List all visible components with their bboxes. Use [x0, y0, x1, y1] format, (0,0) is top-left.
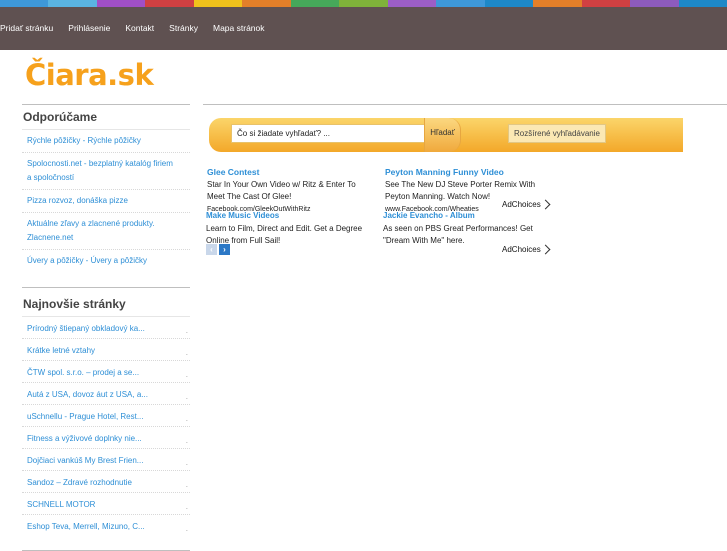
bullet-dot: . [185, 436, 188, 445]
color-strip-segment [193, 0, 243, 7]
recommended-item-label: Aktuálne zľavy a zlacnené produkty. Zlac… [27, 219, 155, 242]
color-strip [0, 0, 727, 7]
ad-title[interactable]: Peyton Manning Funny Video [385, 166, 555, 179]
adchoices-link[interactable]: AdChoices [502, 244, 551, 255]
ad-pager: ‹ › [206, 244, 232, 255]
color-strip-segment [48, 0, 97, 7]
color-strip-segment [242, 0, 291, 7]
recommended-item-label: Spolocnosti.net - bezplatný katalóg firi… [27, 159, 173, 182]
newest-item[interactable]: Prírodný štiepaný obkladový ka.... [22, 317, 190, 339]
recommended-item-label: Pizza rozvoz, donáška pizze [27, 196, 128, 205]
site-logo[interactable]: Čiara.sk [25, 58, 154, 92]
bullet-dot: . [185, 348, 188, 357]
ad-text: Star In Your Own Video w/ Ritz & Enter T… [207, 179, 356, 189]
recommended-item[interactable]: Úvery a pôžičky - Úvery a pôžičky [22, 250, 190, 272]
ad-text: See The New DJ Steve Porter Remix With [385, 179, 536, 189]
color-strip-segment [96, 0, 146, 7]
recommended-item[interactable]: Pizza rozvoz, donáška pizze [22, 190, 190, 213]
ad-block[interactable]: Make Music Videos Learn to Film, Direct … [206, 210, 381, 248]
ad-block[interactable]: Glee Contest Star In Your Own Video w/ R… [207, 166, 377, 212]
advanced-search-button[interactable]: Rozšírené vyhľadávanie [508, 124, 606, 143]
bullet-dot: . [185, 326, 188, 335]
adchoices-link[interactable]: AdChoices [502, 199, 551, 210]
newest-item-label: Dojčiaci vankúš My Brest Frien... [27, 456, 144, 465]
prev-arrow-icon[interactable]: ‹ [206, 244, 217, 255]
nav-sitemap[interactable]: Mapa stránok [213, 23, 265, 33]
divider [22, 104, 190, 105]
adchoices-label: AdChoices [502, 245, 541, 254]
next-arrow-icon[interactable]: › [219, 244, 230, 255]
ad-title[interactable]: Jackie Evancho - Album [383, 210, 558, 223]
newest-item-label: Eshop Teva, Merrell, Mizuno, C... [27, 522, 145, 531]
nav-login[interactable]: Prihlásenie [68, 23, 110, 33]
bullet-dot: . [185, 392, 188, 401]
recommended-item[interactable]: Spolocnosti.net - bezplatný katalóg firi… [22, 153, 190, 190]
color-strip-segment [290, 0, 340, 7]
color-strip-segment [630, 0, 679, 7]
color-strip-segment [436, 0, 485, 7]
color-strip-segment [387, 0, 437, 7]
nav-add-page[interactable]: Pridať stránku [0, 23, 53, 33]
newest-item[interactable]: uSchnellu - Prague Hotel, Rest.... [22, 405, 190, 427]
newest-item[interactable]: SCHNELL MOTOR. [22, 493, 190, 515]
recommended-item-label: Rýchle pôžičky - Rýchle pôžičky [27, 136, 141, 145]
color-strip-segment [339, 0, 388, 7]
newest-item[interactable]: Dojčiaci vankúš My Brest Frien.... [22, 449, 190, 471]
newest-item-label: SCHNELL MOTOR [27, 500, 96, 509]
divider [22, 287, 190, 288]
color-strip-segment [581, 0, 631, 7]
ad-text: Learn to Film, Direct and Edit. Get a De… [206, 223, 363, 233]
newest-item-label: uSchnellu - Prague Hotel, Rest... [27, 412, 144, 421]
ad-text: Online from Full Sail! [206, 236, 281, 245]
bullet-dot: . [185, 502, 188, 511]
newest-item-label: Autá z USA, dovoz áut z USA, a... [27, 390, 148, 399]
newest-item-label: ČTW spol. s.r.o. – prodej a se... [27, 368, 140, 377]
bullet-dot: . [185, 370, 188, 379]
search-input[interactable]: Čo si žiadate vyhľadať? ... [231, 124, 427, 143]
color-strip-segment [533, 0, 582, 7]
newest-item-label: Prírodný štiepaný obkladový ka... [27, 324, 145, 333]
adchoices-icon [540, 199, 551, 210]
newest-item[interactable]: Autá z USA, dovoz áut z USA, a.... [22, 383, 190, 405]
bullet-dot: . [185, 414, 188, 423]
ad-block[interactable]: Jackie Evancho - Album As seen on PBS Gr… [383, 210, 558, 248]
newest-item[interactable]: Krátke letné vztahy. [22, 339, 190, 361]
search-button[interactable]: Hľadať [424, 118, 461, 152]
ad-text: Meet The Cast Of Glee! [207, 192, 292, 201]
ad-title[interactable]: Glee Contest [207, 166, 377, 179]
bullet-dot: . [185, 458, 188, 467]
recommended-item-label: Úvery a pôžičky - Úvery a pôžičky [27, 256, 148, 265]
top-bar: Pridať stránku Prihlásenie Kontakt Strán… [0, 7, 727, 50]
newest-item-label: Krátke letné vztahy [27, 346, 96, 355]
nav-pages[interactable]: Stránky [169, 23, 198, 33]
color-strip-segment [145, 0, 194, 7]
newest-item-label: Sandoz – Zdravé rozhodnutie [27, 478, 132, 487]
adchoices-label: AdChoices [502, 200, 541, 209]
newest-item[interactable]: Sandoz – Zdravé rozhodnutie. [22, 471, 190, 493]
top-nav: Pridať stránku Prihlásenie Kontakt Strán… [0, 23, 280, 33]
sidebar: Odporúčame Rýchle pôžičky - Rýchle pôžič… [22, 104, 190, 551]
newest-title: Najnovšie stránky [23, 297, 126, 311]
newest-item[interactable]: Eshop Teva, Merrell, Mizuno, C.... [22, 515, 190, 536]
bullet-dot: . [185, 524, 188, 533]
bullet-dot: . [185, 480, 188, 489]
nav-contact[interactable]: Kontakt [125, 23, 154, 33]
newest-item[interactable]: ČTW spol. s.r.o. – prodej a se.... [22, 361, 190, 383]
ad-text: As seen on PBS Great Performances! Get [383, 223, 533, 233]
newest-item-label: Fitness a výživové doplnky nie... [27, 434, 142, 443]
recommended-item[interactable]: Aktuálne zľavy a zlacnené produkty. Zlac… [22, 213, 190, 250]
adchoices-icon [540, 244, 551, 255]
color-strip-segment [678, 0, 727, 7]
recommended-item[interactable]: Rýchle pôžičky - Rýchle pôžičky [22, 130, 190, 153]
ad-title[interactable]: Make Music Videos [206, 210, 381, 223]
recommended-title: Odporúčame [23, 110, 98, 124]
main-divider [203, 104, 727, 105]
color-strip-segment [484, 0, 534, 7]
color-strip-segment [0, 0, 49, 7]
newest-item[interactable]: Fitness a výživové doplnky nie.... [22, 427, 190, 449]
